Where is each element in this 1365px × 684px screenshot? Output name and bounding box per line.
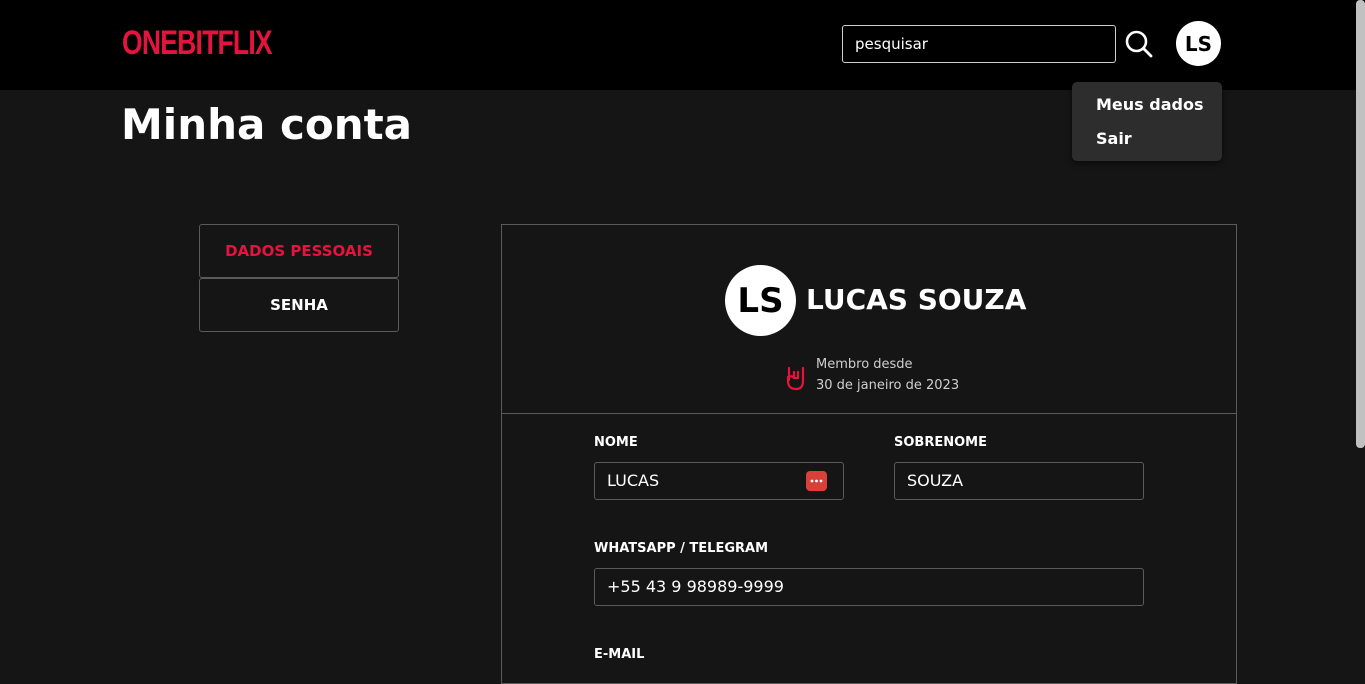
tab-senha[interactable]: SENHA [199, 278, 399, 332]
first-name-value: LUCAS [607, 471, 660, 490]
profile-avatar: LS [725, 265, 796, 336]
phone-field[interactable]: +55 43 9 98989-9999 [594, 568, 1144, 606]
user-avatar-button[interactable]: LS [1176, 21, 1221, 66]
email-label: E-MAIL [594, 647, 645, 662]
first-name-label: NOME [594, 435, 638, 450]
password-manager-icon[interactable] [806, 471, 827, 491]
profile-name: LUCAS SOUZA [806, 283, 1027, 316]
user-dropdown-menu: Meus dados Sair [1072, 82, 1222, 161]
tab-dados-pessoais[interactable]: DADOS PESSOAIS [199, 224, 399, 278]
menu-item-meus-dados[interactable]: Meus dados [1096, 95, 1203, 114]
search-icon[interactable] [1124, 29, 1154, 59]
last-name-field[interactable]: SOUZA [894, 462, 1144, 500]
last-name-label: SOBRENOME [894, 435, 987, 450]
app-logo[interactable]: ONEBITFLIX [122, 24, 273, 62]
first-name-field[interactable]: LUCAS [594, 462, 844, 500]
card-divider [502, 413, 1236, 414]
top-header: ONEBITFLIX pesquisar LS [0, 0, 1365, 90]
search-input[interactable]: pesquisar [842, 25, 1116, 63]
phone-label: WHATSAPP / TELEGRAM [594, 541, 769, 556]
menu-item-sair[interactable]: Sair [1096, 129, 1132, 148]
member-since-label: Membro desde [816, 357, 913, 372]
page-title: Minha conta [121, 100, 413, 149]
rock-hand-icon [786, 366, 805, 391]
profile-card: LS LUCAS SOUZA Membro desde 30 de janeir… [501, 224, 1237, 684]
page-scrollbar[interactable] [1356, 0, 1365, 448]
member-since-date: 30 de janeiro de 2023 [816, 378, 960, 393]
